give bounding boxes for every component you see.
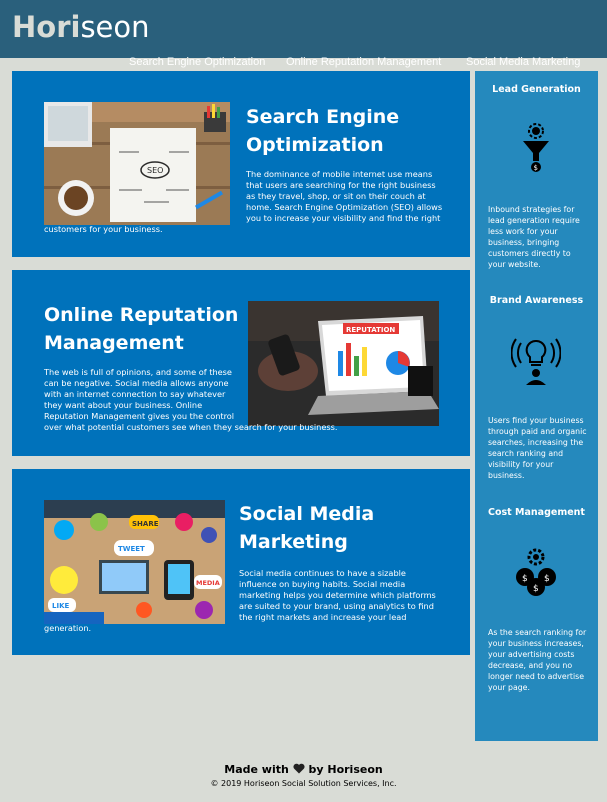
nav-online-reputation-management[interactable]: Online Reputation Management	[286, 56, 441, 68]
cost-management-icon: $ $ $	[511, 547, 561, 597]
svg-text:TWEET: TWEET	[118, 545, 145, 553]
svg-text:$: $	[522, 574, 528, 584]
benefit-text-cost-management: As the search ranking for your business …	[488, 628, 587, 692]
svg-text:$: $	[534, 164, 538, 172]
nav-search-engine-optimization[interactable]: Search Engine Optimization	[129, 56, 265, 68]
reputation-section: Online Reputation Management REPUTATION …	[12, 270, 470, 456]
benefit-title-cost-management: Cost Management	[488, 507, 585, 518]
svg-text:$: $	[544, 574, 550, 584]
seo-title: Search Engine Optimization	[246, 106, 400, 156]
site-header: Horiseon	[0, 0, 607, 58]
svg-text:REPUTATION: REPUTATION	[346, 326, 395, 334]
benefits-sidebar: Lead Generation $ Inbound strategies for…	[475, 71, 598, 741]
heart-icon	[293, 763, 305, 774]
reputation-text: The web is full of opinions, and some of…	[44, 367, 338, 432]
copyright: © 2019 Horiseon Social Solution Services…	[210, 779, 397, 788]
social-title: Social Media Marketing	[239, 503, 375, 553]
nav-social-media-marketing[interactable]: Social Media Marketing	[466, 56, 580, 68]
benefit-title-brand-awareness: Brand Awareness	[489, 295, 584, 306]
site-footer: Made with by Horiseon © 2019 Horiseon So…	[0, 762, 607, 790]
seo-text: The dominance of mobile internet use mea…	[44, 169, 443, 234]
seo-section: SEO Search Engine Optimization The domin…	[12, 71, 470, 257]
benefit-text-brand-awareness: Users find your business through paid an…	[488, 416, 587, 480]
main-nav: Search Engine Optimization Online Reputa…	[0, 56, 607, 72]
reputation-title: Online Reputation Management	[44, 304, 239, 354]
svg-text:SHARE: SHARE	[132, 520, 159, 528]
social-text: Social media continues to have a sizable…	[44, 568, 436, 633]
brand-awareness-icon	[510, 335, 562, 385]
benefit-text-lead-generation: Inbound strategies for lead generation r…	[488, 205, 580, 269]
svg-text:$: $	[533, 584, 539, 594]
lead-generation-icon: $	[511, 123, 561, 173]
made-with-line: Made with by Horiseon	[224, 763, 383, 776]
benefit-title-lead-generation: Lead Generation	[492, 84, 581, 95]
social-section: SHARE TWEET LIKE MEDIA Social Media Mark…	[12, 469, 470, 655]
logo[interactable]: Horiseon	[12, 10, 150, 44]
